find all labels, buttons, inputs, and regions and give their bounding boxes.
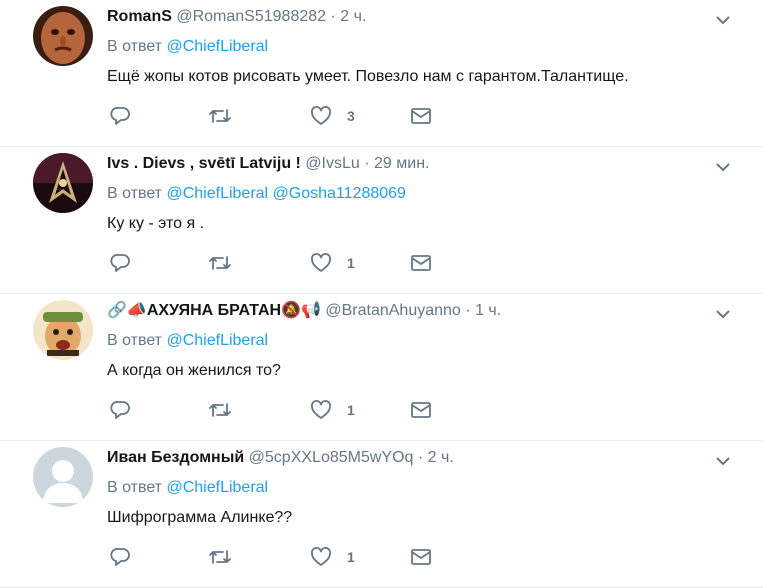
retweet-button[interactable] [207, 252, 233, 274]
user-handle[interactable]: @IvsLu [305, 155, 359, 172]
user-handle[interactable]: @BratanAhuyanno [325, 302, 460, 319]
separator-dot: · [465, 302, 471, 319]
reply-button[interactable] [110, 546, 132, 568]
avatar[interactable] [33, 153, 93, 213]
retweet-icon [209, 550, 231, 564]
direct-message-icon [411, 402, 431, 418]
direct-message-button[interactable] [410, 399, 432, 421]
like-icon [311, 106, 331, 125]
direct-message-button[interactable] [410, 252, 432, 274]
reply-prefix: В ответ [107, 185, 163, 202]
chevron-down-icon[interactable] [713, 10, 733, 30]
reply-icon [110, 547, 130, 566]
tweet-header: RomanS @RomanS51988282 · 2 ч. [107, 6, 723, 28]
reply-context: В ответ @ChiefLiberal @Gosha11288069 [107, 183, 406, 205]
tweet-actions: 3 [107, 105, 437, 129]
reply-context: В ответ @ChiefLiberal [107, 330, 268, 352]
mention-link[interactable]: @ChiefLiberal [166, 185, 268, 202]
display-name[interactable]: Ivs . Dievs , svētī Latviju ! [107, 155, 301, 172]
retweet-button[interactable] [207, 546, 233, 568]
reply-context: В ответ @ChiefLiberal [107, 477, 268, 499]
like-icon [311, 547, 331, 566]
chevron-down-icon[interactable] [713, 157, 733, 177]
reply-prefix: В ответ [107, 479, 163, 496]
direct-message-icon [411, 549, 431, 565]
display-name[interactable]: АХУЯНА БРАТАН [147, 302, 281, 319]
timestamp[interactable]: 29 мин. [374, 155, 429, 172]
like-icon [311, 400, 331, 419]
like-count: 1 [347, 402, 355, 418]
like-icon [311, 253, 331, 272]
timestamp[interactable]: 2 ч. [340, 8, 366, 25]
tweet-header: Иван Бездомный @5cpXXLo85M5wYOq · 2 ч. [107, 447, 723, 469]
tweet-text: Ку ку - это я . [107, 215, 205, 232]
direct-message-button[interactable] [410, 546, 432, 568]
direct-message-icon [411, 255, 431, 271]
mention-link[interactable]: @ChiefLiberal [166, 332, 268, 349]
avatar[interactable] [33, 447, 93, 507]
reply-prefix: В ответ [107, 38, 163, 55]
name-suffix-emoji: 🔕📢 [281, 302, 321, 319]
tweet-text: А когда он женился то? [107, 362, 281, 379]
chevron-down-icon[interactable] [713, 304, 733, 324]
display-name[interactable]: RomanS [107, 8, 172, 25]
timestamp[interactable]: 2 ч. [428, 449, 454, 466]
timestamp[interactable]: 1 ч. [475, 302, 501, 319]
like-button[interactable]: 1 [310, 546, 355, 568]
mention-link[interactable]: @Gosha11288069 [273, 185, 406, 202]
retweet-icon [209, 256, 231, 270]
retweet-icon [209, 109, 231, 123]
mention-link[interactable]: @ChiefLiberal [166, 479, 268, 496]
mention-link[interactable]: @ChiefLiberal [166, 38, 268, 55]
avatar[interactable] [33, 300, 93, 360]
tweet-text: Шифрограмма Алинке?? [107, 509, 293, 526]
chevron-down-icon[interactable] [713, 451, 733, 471]
reply-button[interactable] [110, 252, 132, 274]
tweet-actions: 1 [107, 399, 437, 423]
separator-dot: · [417, 449, 424, 466]
separator-dot: · [330, 8, 336, 25]
direct-message-button[interactable] [410, 105, 432, 127]
retweet-button[interactable] [207, 399, 233, 421]
like-count: 3 [347, 108, 355, 124]
user-handle[interactable]: @5cpXXLo85M5wYOq [249, 449, 414, 466]
tweet[interactable]: 🔗📣АХУЯНА БРАТАН🔕📢 @BratanAhuyanno · 1 ч.… [0, 294, 763, 441]
reply-button[interactable] [110, 105, 132, 127]
tweet-actions: 1 [107, 252, 437, 276]
name-prefix-emoji: 🔗📣 [107, 302, 147, 319]
display-name[interactable]: Иван Бездомный [107, 449, 244, 466]
direct-message-icon [411, 108, 431, 124]
reply-icon [110, 253, 130, 272]
avatar[interactable] [33, 6, 93, 66]
reply-context: В ответ @ChiefLiberal [107, 36, 268, 58]
reply-icon [110, 400, 130, 419]
retweet-icon [209, 403, 231, 417]
like-button[interactable]: 1 [310, 252, 355, 274]
tweet-header: Ivs . Dievs , svētī Latviju ! @IvsLu · 2… [107, 153, 723, 175]
tweet[interactable]: RomanS @RomanS51988282 · 2 ч. В ответ @C… [0, 0, 763, 147]
like-button[interactable]: 3 [310, 105, 355, 127]
like-count: 1 [347, 255, 355, 271]
tweet-text: Ещё жопы котов рисовать умеет. Повезло н… [107, 68, 629, 85]
separator-dot: · [364, 155, 370, 172]
tweet[interactable]: Ivs . Dievs , svētī Latviju ! @IvsLu · 2… [0, 147, 763, 294]
reply-icon [110, 106, 130, 125]
reply-button[interactable] [110, 399, 132, 421]
like-count: 1 [347, 549, 355, 565]
user-handle[interactable]: @RomanS51988282 [176, 8, 326, 25]
like-button[interactable]: 1 [310, 399, 355, 421]
tweet-header: 🔗📣АХУЯНА БРАТАН🔕📢 @BratanAhuyanno · 1 ч. [107, 300, 723, 322]
tweet[interactable]: Иван Бездомный @5cpXXLo85M5wYOq · 2 ч. В… [0, 441, 763, 588]
reply-prefix: В ответ [107, 332, 163, 349]
retweet-button[interactable] [207, 105, 233, 127]
tweet-actions: 1 [107, 546, 437, 570]
